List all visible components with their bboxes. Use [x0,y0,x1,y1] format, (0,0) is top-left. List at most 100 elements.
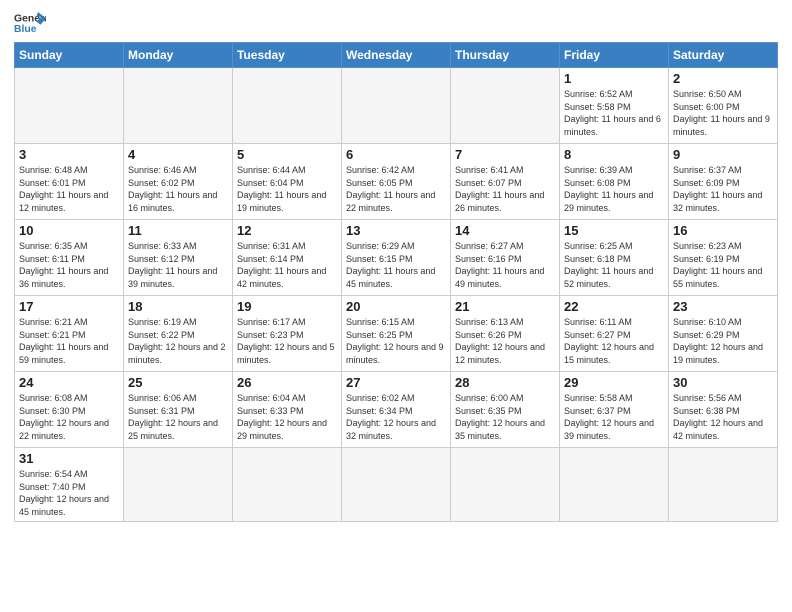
day-number: 10 [19,223,119,238]
day-info: Sunrise: 6:44 AM Sunset: 6:04 PM Dayligh… [237,164,337,214]
calendar-cell: 15 Sunrise: 6:25 AM Sunset: 6:18 PM Dayli… [560,220,669,296]
day-number: 1 [564,71,664,86]
day-number: 28 [455,375,555,390]
calendar-cell: 2 Sunrise: 6:50 AM Sunset: 6:00 PM Daylig… [669,68,778,144]
calendar-cell [342,68,451,144]
day-number: 24 [19,375,119,390]
day-info: Sunrise: 6:21 AM Sunset: 6:21 PM Dayligh… [19,316,119,366]
calendar-cell: 14 Sunrise: 6:27 AM Sunset: 6:16 PM Dayli… [451,220,560,296]
calendar-cell: 10 Sunrise: 6:35 AM Sunset: 6:11 PM Dayli… [15,220,124,296]
calendar-cell: 21Sunrise: 6:13 AM Sunset: 6:26 PM Dayli… [451,296,560,372]
day-number: 30 [673,375,773,390]
calendar-cell [669,448,778,522]
calendar-cell [451,448,560,522]
calendar-cell [124,448,233,522]
calendar-cell: 30 Sunrise: 5:56 AM Sunset: 6:38 PM Dayli… [669,372,778,448]
calendar-cell: 5 Sunrise: 6:44 AM Sunset: 6:04 PM Daylig… [233,144,342,220]
calendar-page: General Blue SundayMondayTuesdayWednesda… [0,0,792,532]
day-info: Sunrise: 6:35 AM Sunset: 6:11 PM Dayligh… [19,240,119,290]
day-number: 25 [128,375,228,390]
day-number: 29 [564,375,664,390]
day-info: Sunrise: 6:27 AM Sunset: 6:16 PM Dayligh… [455,240,555,290]
calendar-cell: 25 Sunrise: 6:06 AM Sunset: 6:31 PM Dayli… [124,372,233,448]
calendar-week-4: 17 Sunrise: 6:21 AM Sunset: 6:21 PM Dayli… [15,296,778,372]
weekday-header-sunday: Sunday [15,43,124,68]
day-number: 18 [128,299,228,314]
day-number: 16 [673,223,773,238]
day-number: 17 [19,299,119,314]
weekday-header-monday: Monday [124,43,233,68]
weekday-header-row: SundayMondayTuesdayWednesdayThursdayFrid… [15,43,778,68]
calendar-cell: 17 Sunrise: 6:21 AM Sunset: 6:21 PM Dayli… [15,296,124,372]
calendar-cell: 26 Sunrise: 6:04 AM Sunset: 6:33 PM Dayli… [233,372,342,448]
calendar-week-1: 1 Sunrise: 6:52 AM Sunset: 5:58 PM Daylig… [15,68,778,144]
weekday-header-saturday: Saturday [669,43,778,68]
day-info: Sunrise: 6:02 AM Sunset: 6:34 PM Dayligh… [346,392,446,442]
calendar-cell [451,68,560,144]
logo: General Blue [14,10,50,38]
calendar-cell: 31Sunrise: 6:54 AM Sunset: 7:40 PM Dayli… [15,448,124,522]
calendar-cell: 4 Sunrise: 6:46 AM Sunset: 6:02 PM Daylig… [124,144,233,220]
day-number: 4 [128,147,228,162]
calendar-cell [15,68,124,144]
day-info: Sunrise: 6:31 AM Sunset: 6:14 PM Dayligh… [237,240,337,290]
calendar-cell: 28 Sunrise: 6:00 AM Sunset: 6:35 PM Dayli… [451,372,560,448]
logo-icon: General Blue [14,10,46,38]
day-info: Sunrise: 6:42 AM Sunset: 6:05 PM Dayligh… [346,164,446,214]
day-number: 15 [564,223,664,238]
day-info: Sunrise: 6:25 AM Sunset: 6:18 PM Dayligh… [564,240,664,290]
calendar-cell: 1 Sunrise: 6:52 AM Sunset: 5:58 PM Daylig… [560,68,669,144]
weekday-header-wednesday: Wednesday [342,43,451,68]
day-info: Sunrise: 6:15 AM Sunset: 6:25 PM Dayligh… [346,316,446,366]
weekday-header-friday: Friday [560,43,669,68]
day-info: Sunrise: 6:50 AM Sunset: 6:00 PM Dayligh… [673,88,773,138]
calendar-cell: 19Sunrise: 6:17 AM Sunset: 6:23 PM Dayli… [233,296,342,372]
day-info: Sunrise: 6:19 AM Sunset: 6:22 PM Dayligh… [128,316,228,366]
day-number: 13 [346,223,446,238]
day-info: Sunrise: 6:10 AM Sunset: 6:29 PM Dayligh… [673,316,773,366]
day-info: Sunrise: 6:33 AM Sunset: 6:12 PM Dayligh… [128,240,228,290]
calendar-cell [560,448,669,522]
day-info: Sunrise: 6:46 AM Sunset: 6:02 PM Dayligh… [128,164,228,214]
day-info: Sunrise: 6:06 AM Sunset: 6:31 PM Dayligh… [128,392,228,442]
day-number: 14 [455,223,555,238]
day-info: Sunrise: 6:13 AM Sunset: 6:26 PM Dayligh… [455,316,555,366]
day-info: Sunrise: 5:56 AM Sunset: 6:38 PM Dayligh… [673,392,773,442]
day-number: 27 [346,375,446,390]
day-number: 11 [128,223,228,238]
day-info: Sunrise: 6:37 AM Sunset: 6:09 PM Dayligh… [673,164,773,214]
calendar-cell: 16 Sunrise: 6:23 AM Sunset: 6:19 PM Dayli… [669,220,778,296]
calendar-cell: 3 Sunrise: 6:48 AM Sunset: 6:01 PM Daylig… [15,144,124,220]
day-info: Sunrise: 6:04 AM Sunset: 6:33 PM Dayligh… [237,392,337,442]
day-number: 31 [19,451,119,466]
day-info: Sunrise: 6:52 AM Sunset: 5:58 PM Dayligh… [564,88,664,138]
calendar-cell: 9Sunrise: 6:37 AM Sunset: 6:09 PM Daylig… [669,144,778,220]
day-number: 5 [237,147,337,162]
day-info: Sunrise: 6:23 AM Sunset: 6:19 PM Dayligh… [673,240,773,290]
weekday-header-thursday: Thursday [451,43,560,68]
day-number: 6 [346,147,446,162]
day-number: 3 [19,147,119,162]
day-info: Sunrise: 6:17 AM Sunset: 6:23 PM Dayligh… [237,316,337,366]
day-info: Sunrise: 6:08 AM Sunset: 6:30 PM Dayligh… [19,392,119,442]
calendar-cell: 22Sunrise: 6:11 AM Sunset: 6:27 PM Dayli… [560,296,669,372]
day-number: 12 [237,223,337,238]
calendar-week-2: 3 Sunrise: 6:48 AM Sunset: 6:01 PM Daylig… [15,144,778,220]
day-number: 8 [564,147,664,162]
day-info: Sunrise: 6:48 AM Sunset: 6:01 PM Dayligh… [19,164,119,214]
calendar-cell: 6 Sunrise: 6:42 AM Sunset: 6:05 PM Daylig… [342,144,451,220]
calendar-week-3: 10 Sunrise: 6:35 AM Sunset: 6:11 PM Dayli… [15,220,778,296]
day-number: 26 [237,375,337,390]
calendar-week-5: 24 Sunrise: 6:08 AM Sunset: 6:30 PM Dayli… [15,372,778,448]
calendar-cell: 11 Sunrise: 6:33 AM Sunset: 6:12 PM Dayli… [124,220,233,296]
calendar-cell: 23 Sunrise: 6:10 AM Sunset: 6:29 PM Dayli… [669,296,778,372]
day-number: 2 [673,71,773,86]
day-info: Sunrise: 6:00 AM Sunset: 6:35 PM Dayligh… [455,392,555,442]
day-number: 23 [673,299,773,314]
day-number: 7 [455,147,555,162]
day-info: Sunrise: 5:58 AM Sunset: 6:37 PM Dayligh… [564,392,664,442]
calendar-cell: 13Sunrise: 6:29 AM Sunset: 6:15 PM Dayli… [342,220,451,296]
weekday-header-tuesday: Tuesday [233,43,342,68]
day-info: Sunrise: 6:39 AM Sunset: 6:08 PM Dayligh… [564,164,664,214]
day-number: 20 [346,299,446,314]
